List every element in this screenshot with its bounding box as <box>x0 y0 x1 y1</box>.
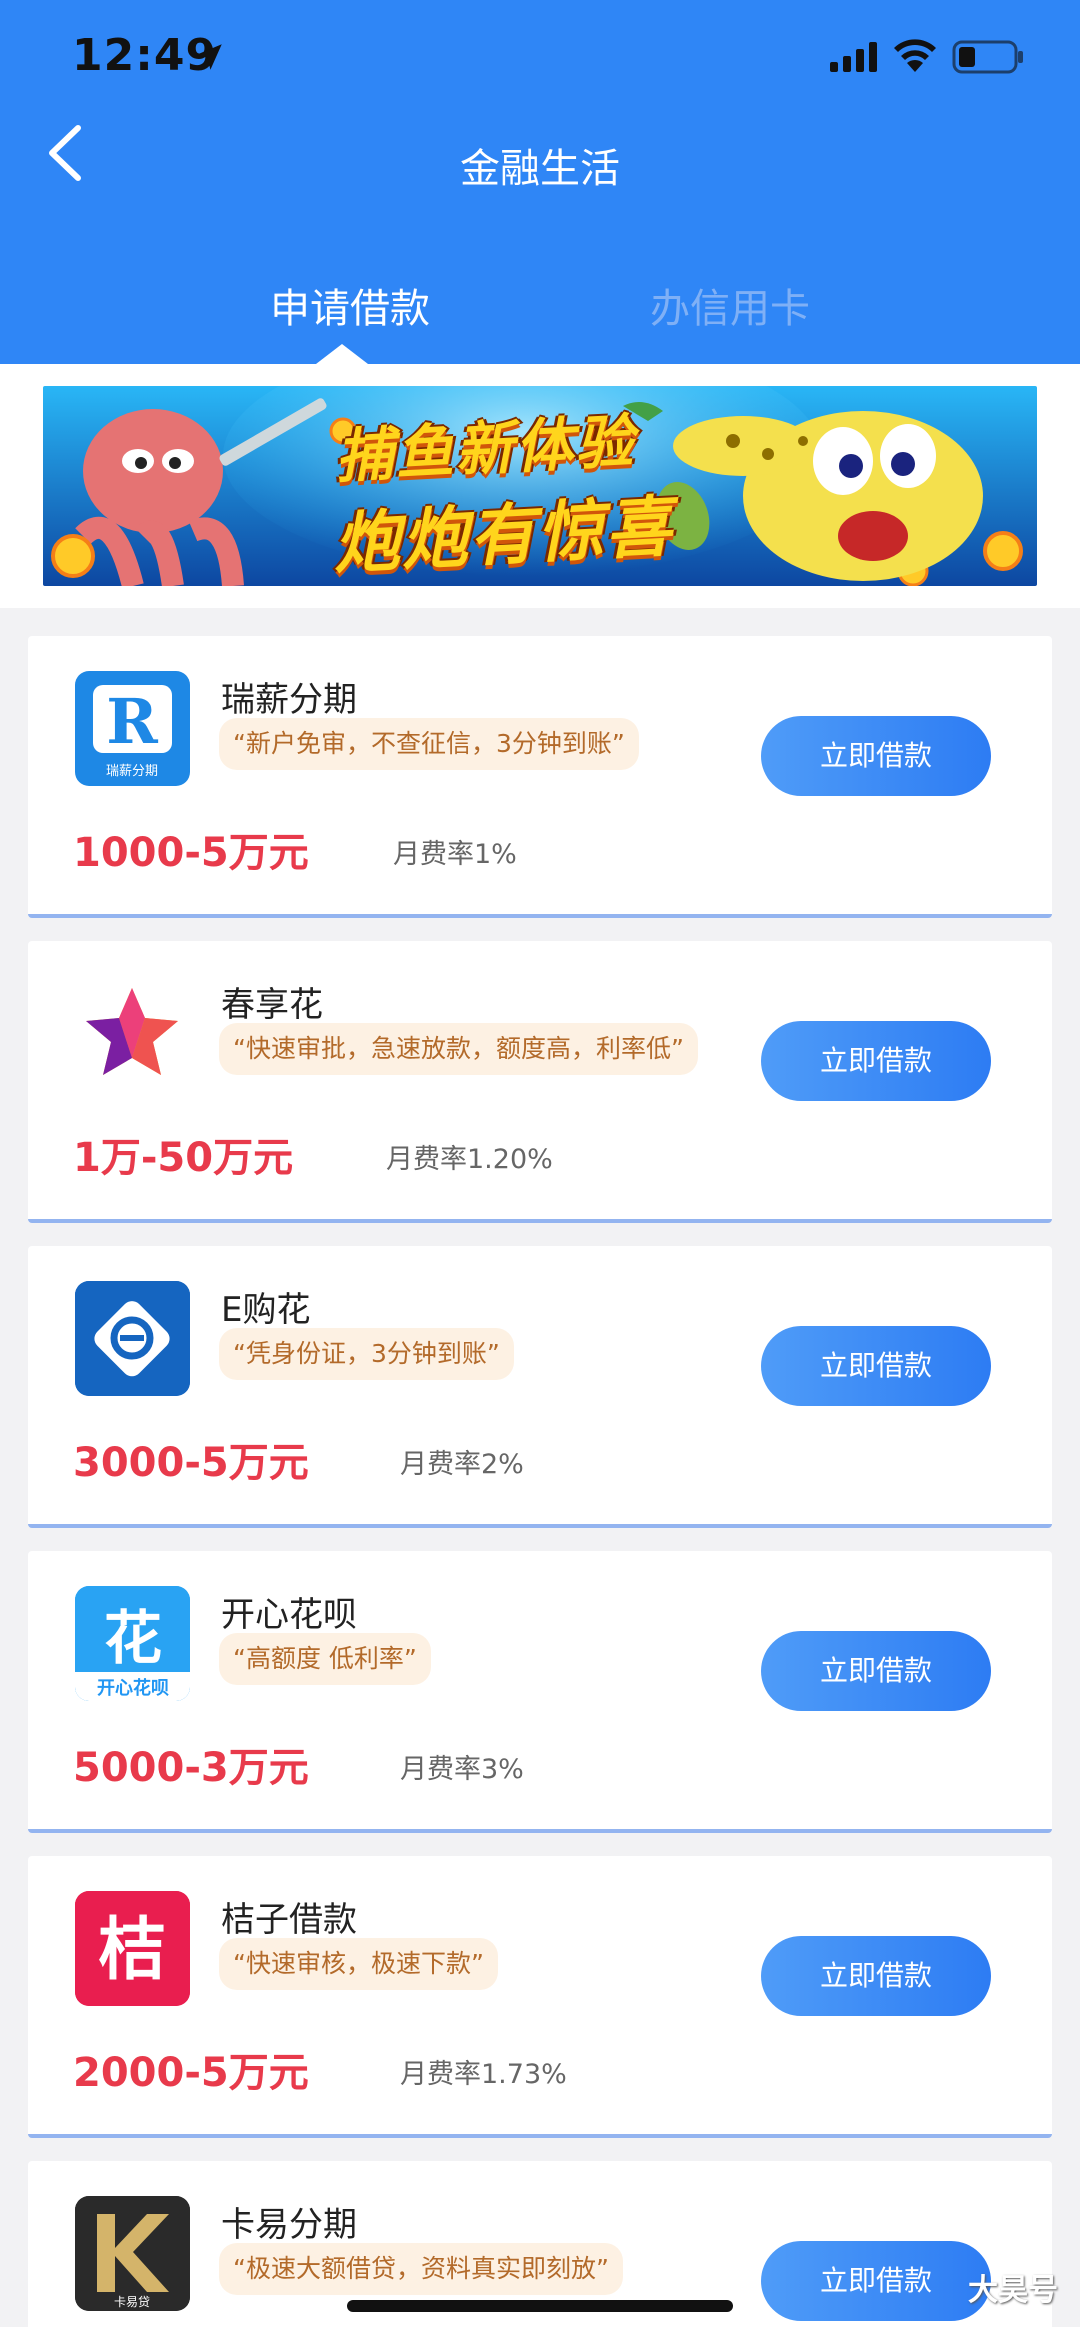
loan-amount: 1万-50万元 <box>73 1135 294 1181</box>
apply-loan-button[interactable]: 立即借款 <box>761 1936 991 2016</box>
product-name: 桔子借款 <box>221 1900 357 1940</box>
loan-card[interactable]: 桔 桔子借款 “快速审核，极速下款” 2000-5万元 月费率1.73% 立即借… <box>28 1856 1052 2138</box>
loan-amount: 2000-5万元 <box>73 2050 309 2096</box>
app-logo-ruixin: R 瑞薪分期 <box>75 671 190 786</box>
logo-caption: 瑞薪分期 <box>106 764 158 779</box>
monthly-rate: 月费率2% <box>400 1449 524 1480</box>
product-tag: “凭身份证，3分钟到账” <box>219 1328 514 1380</box>
loan-card[interactable]: 春享花 “快速审批，急速放款，额度高，利率低” 1万-50万元 月费率1.20%… <box>28 941 1052 1223</box>
product-tag: “新户免审，不查征信，3分钟到账” <box>219 718 639 770</box>
page-title: 金融生活 <box>460 146 620 192</box>
loan-card[interactable]: R 瑞薪分期 瑞薪分期 “新户免审，不查征信，3分钟到账” 1000-5万元 月… <box>28 636 1052 918</box>
wifi-icon <box>894 39 936 72</box>
svg-text:开心花呗: 开心花呗 <box>97 1677 169 1699</box>
app-logo-kayi: 卡易贷 <box>75 2196 190 2311</box>
status-bar: 12:49 <box>0 0 1080 118</box>
product-tag: “极速大额借贷，资料真实即刻放” <box>219 2243 623 2295</box>
app-logo-egouhua <box>75 1281 190 1396</box>
product-name: 卡易分期 <box>221 2205 357 2245</box>
monthly-rate: 月费率3% <box>400 1754 524 1785</box>
product-tag: “快速审批，急速放款，额度高，利率低” <box>219 1023 698 1075</box>
loan-card[interactable]: 花 开心花呗 开心花呗 “高额度 低利率” 5000-3万元 月费率3% 立即借… <box>28 1551 1052 1833</box>
app-logo-juzi: 桔 <box>75 1891 190 2006</box>
product-tag: “高额度 低利率” <box>219 1633 431 1685</box>
loan-amount: 5000-3万元 <box>73 1745 309 1791</box>
app-logo-kaixinhuabei: 花 开心花呗 <box>75 1586 190 1701</box>
product-tag: “快速审核，极速下款” <box>219 1938 498 1990</box>
watermark: 大昊号 <box>968 2273 1058 2308</box>
product-name: 开心花呗 <box>221 1595 357 1635</box>
product-name: 瑞薪分期 <box>221 680 357 720</box>
svg-text:桔: 桔 <box>98 1911 166 1990</box>
svg-text:R: R <box>106 685 158 758</box>
product-name: 春享花 <box>221 985 323 1025</box>
apply-loan-button[interactable]: 立即借款 <box>761 1021 991 1101</box>
header-bar: 12:49 金融生活 申请借款 办信用卡 <box>0 0 1080 364</box>
tab-apply-loan[interactable]: 申请借款 <box>250 276 450 334</box>
loan-amount: 1000-5万元 <box>73 830 309 876</box>
monthly-rate: 月费率1.20% <box>386 1144 553 1175</box>
battery-icon <box>952 40 1023 74</box>
svg-text:花: 花 <box>104 1604 162 1672</box>
banner-subheadline: 炮炮有惊喜 <box>331 488 676 583</box>
monthly-rate: 月费率1% <box>393 839 517 870</box>
apply-loan-button[interactable]: 立即借款 <box>761 2241 991 2321</box>
monthly-rate: 月费率1.73% <box>400 2059 567 2090</box>
svg-text:卡易贷: 卡易贷 <box>114 2295 150 2309</box>
app-logo-chunxianghua <box>75 976 190 1091</box>
loan-amount: 3000-5万元 <box>73 1440 309 1486</box>
home-indicator <box>347 2300 733 2312</box>
active-tab-indicator <box>316 344 368 364</box>
tab-credit-card[interactable]: 办信用卡 <box>630 276 830 334</box>
loan-card[interactable]: E购花 “凭身份证，3分钟到账” 3000-5万元 月费率2% 立即借款 <box>28 1246 1052 1528</box>
apply-loan-button[interactable]: 立即借款 <box>761 1631 991 1711</box>
cellular-signal-icon <box>830 42 877 72</box>
product-name: E购花 <box>221 1290 311 1330</box>
apply-loan-button[interactable]: 立即借款 <box>761 716 991 796</box>
apply-loan-button[interactable]: 立即借款 <box>761 1326 991 1406</box>
location-arrow-icon <box>196 44 222 70</box>
promo-banner[interactable]: 捕鱼新体验 炮炮有惊喜 <box>43 386 1037 586</box>
